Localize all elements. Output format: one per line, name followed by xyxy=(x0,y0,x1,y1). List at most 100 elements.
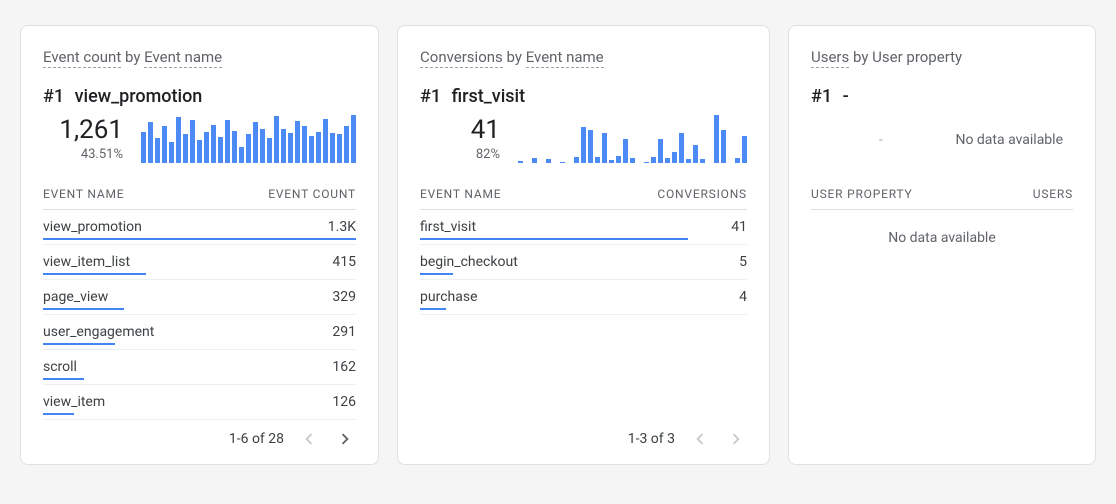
spark-bar xyxy=(169,142,174,163)
no-data-chart-text: No data available xyxy=(955,132,1063,148)
spark-bar xyxy=(260,129,265,163)
spark-bar xyxy=(176,117,181,163)
spark-bar xyxy=(232,131,237,163)
table-header: EVENT NAME EVENT COUNT xyxy=(43,181,356,210)
pager-prev[interactable] xyxy=(298,428,320,450)
spark-bar xyxy=(344,126,349,163)
row-name: first_visit xyxy=(420,219,476,235)
pager-next[interactable] xyxy=(334,428,356,450)
no-data-body: No data available xyxy=(811,210,1073,266)
top-rank: #1 first_visit xyxy=(420,86,747,107)
metric-value: 41 xyxy=(430,115,500,145)
spark-bar xyxy=(204,132,209,163)
spark-bar xyxy=(602,133,607,163)
pager-next[interactable] xyxy=(725,428,747,450)
spark-bar xyxy=(190,120,195,163)
card-title: Users by User property xyxy=(811,48,1073,66)
spark-bar xyxy=(609,160,614,163)
table-row[interactable]: first_visit 41 xyxy=(420,210,747,245)
card-title: Event count by Event name xyxy=(43,48,356,66)
spark-bar xyxy=(546,159,551,163)
spark-bar xyxy=(574,157,579,163)
card-event-count: Event count by Event name #1 view_promot… xyxy=(20,25,379,465)
table-header: EVENT NAME CONVERSIONS xyxy=(420,181,747,210)
spark-bar xyxy=(330,133,335,163)
no-data-chart: - No data available xyxy=(869,115,1073,165)
no-data-dash: - xyxy=(879,133,883,148)
sparkline-chart xyxy=(141,115,356,165)
title-dimension: User property xyxy=(872,48,962,66)
spark-bar xyxy=(700,159,705,163)
spark-bar xyxy=(141,132,146,163)
table-row[interactable]: begin_checkout 5 xyxy=(420,245,747,280)
spark-bar xyxy=(148,122,153,163)
table-row[interactable]: scroll 162 xyxy=(43,350,356,385)
col-conversions: CONVERSIONS xyxy=(657,187,747,201)
row-value: 162 xyxy=(332,359,356,375)
title-by: by xyxy=(125,48,140,66)
rank-name: - xyxy=(843,86,849,107)
rank-prefix: #1 xyxy=(811,86,832,107)
table-row[interactable]: view_item126 xyxy=(43,385,356,420)
spark-bar xyxy=(742,136,747,163)
table-row[interactable]: page_view329 xyxy=(43,280,356,315)
row-value: 291 xyxy=(332,324,356,340)
row-bar xyxy=(43,343,115,345)
row-bar xyxy=(420,273,453,275)
row-name: scroll xyxy=(43,359,77,375)
title-metric: Conversions xyxy=(420,48,503,68)
spark-bar xyxy=(623,139,628,163)
pager-prev[interactable] xyxy=(689,428,711,450)
spark-bar xyxy=(295,121,300,163)
title-dimension: Event name xyxy=(526,48,604,68)
row-name: purchase xyxy=(420,289,478,305)
spark-bar xyxy=(253,122,258,163)
spark-bar xyxy=(560,162,565,163)
spark-bar xyxy=(267,138,272,163)
pager: 1-3 of 3 xyxy=(420,420,747,450)
row-bar xyxy=(43,308,124,310)
title-by: by xyxy=(853,48,868,66)
row-value: 5 xyxy=(739,254,747,270)
rank-name: first_visit xyxy=(452,86,526,107)
row-name: view_item xyxy=(43,394,105,410)
rank-prefix: #1 xyxy=(420,86,441,107)
table-row[interactable]: view_item_list415 xyxy=(43,245,356,280)
title-metric: Users xyxy=(811,48,849,68)
row-bar xyxy=(43,378,84,380)
spark-bar xyxy=(351,115,356,163)
metric-percent: 43.51% xyxy=(53,147,123,162)
row-value: 1.3K xyxy=(328,219,356,235)
spark-bar xyxy=(518,161,523,163)
chevron-left-icon xyxy=(298,428,320,450)
spark-bar xyxy=(721,130,726,163)
metric-value: 1,261 xyxy=(53,115,123,145)
spark-bar xyxy=(211,125,216,163)
table-row[interactable]: user_engagement291 xyxy=(43,315,356,350)
spark-bar xyxy=(239,147,244,163)
col-event-count: EVENT COUNT xyxy=(268,187,356,201)
title-metric: Event count xyxy=(43,48,121,68)
table-row[interactable]: purchase4 xyxy=(420,280,747,315)
spark-bar xyxy=(302,126,307,163)
spark-bar xyxy=(316,132,321,163)
row-name: begin_checkout xyxy=(420,254,518,270)
spark-bar xyxy=(616,156,621,163)
top-rank: #1 - xyxy=(811,86,1073,107)
spark-bar xyxy=(658,139,663,163)
chevron-right-icon xyxy=(725,428,747,450)
sparkline-chart xyxy=(518,115,747,165)
row-name: page_view xyxy=(43,289,108,305)
row-value: 41 xyxy=(731,219,747,235)
spark-bar xyxy=(246,134,251,163)
table-row[interactable]: view_promotion1.3K xyxy=(43,210,356,245)
spark-bar xyxy=(672,152,677,163)
card-conversions: Conversions by Event name #1 first_visit… xyxy=(397,25,770,465)
col-event-name: EVENT NAME xyxy=(43,187,124,201)
spark-bar xyxy=(679,133,684,163)
spark-bar xyxy=(581,127,586,163)
pager-text: 1-6 of 28 xyxy=(229,431,284,447)
spark-bar xyxy=(693,145,698,163)
spark-bar xyxy=(218,137,223,163)
row-bar xyxy=(420,238,688,240)
